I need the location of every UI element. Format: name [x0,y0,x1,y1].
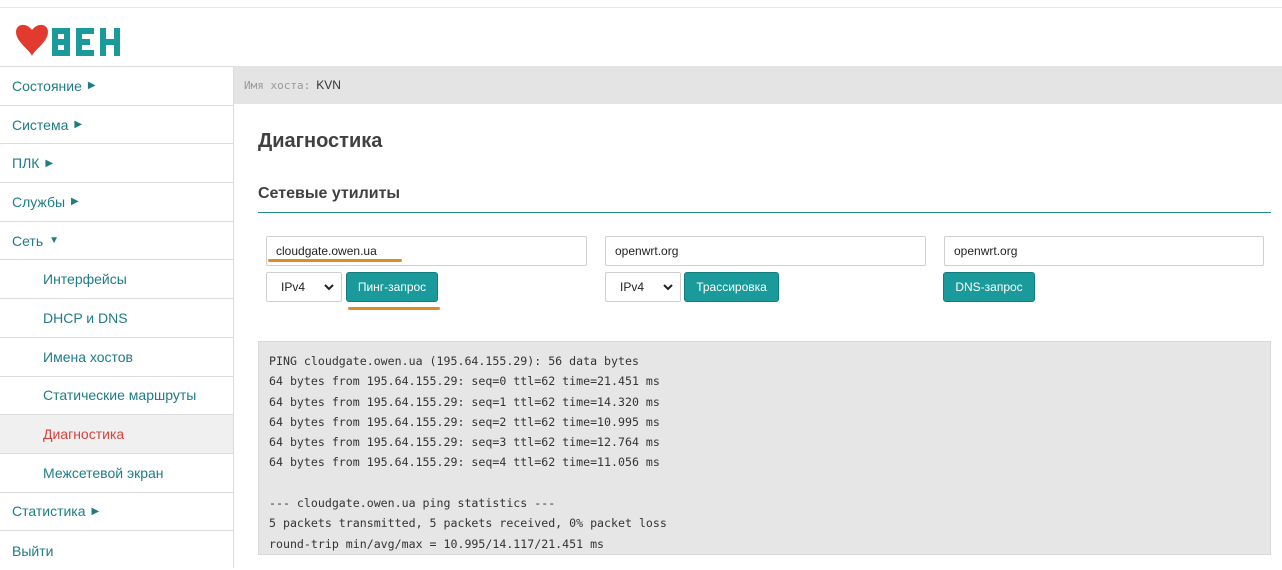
sidebar-item-label: Система [12,116,69,133]
sidebar-item-services[interactable]: Службы ▶ [0,183,233,222]
sidebar-item-network[interactable]: Сеть ▼ [0,222,233,261]
triangle-right-icon: ▶ [74,119,83,131]
sidebar-item-dhcp-dns[interactable]: DHCP и DNS [0,299,233,338]
sidebar-item-status[interactable]: Состояние ▶ [0,67,233,106]
sidebar: Состояние ▶ Система ▶ ПЛК ▶ Службы ▶ Сет… [0,66,234,568]
top-divider [0,0,1282,8]
sidebar-item-label: Службы [12,193,66,210]
sidebar-item-label: Выйти [12,542,54,559]
traceroute-protocol-select[interactable]: IPv4 [605,272,681,302]
ping-protocol-select[interactable]: IPv4 [266,272,342,302]
sidebar-item-plc[interactable]: ПЛК ▶ [0,144,233,184]
chevron-down-icon [663,284,673,291]
sidebar-item-statistics[interactable]: Статистика ▶ [0,493,233,532]
sidebar-item-label: Сеть [12,232,44,249]
sidebar-item-diagnostics[interactable]: Диагностика [0,415,233,454]
sidebar-item-label: Статистика [12,503,86,520]
sidebar-item-label: Состояние [12,77,82,94]
ping-protocol-value: IPv4 [281,280,306,294]
traceroute-button[interactable]: Трассировка [684,272,779,302]
highlight-underline [268,259,402,262]
section-divider [258,212,1271,213]
sidebar-item-label: Статические маршруты [43,387,197,404]
sidebar-item-label: Интерфейсы [43,271,127,288]
sidebar-item-static-routes[interactable]: Статические маршруты [0,377,233,416]
triangle-down-icon: ▼ [49,235,60,247]
owen-logo [14,20,154,60]
sidebar-item-system[interactable]: Система ▶ [0,106,233,145]
triangle-right-icon: ▶ [71,196,79,208]
triangle-right-icon: ▶ [45,157,54,169]
sidebar-item-label: DHCP и DNS [43,309,128,326]
sidebar-item-label: ПЛК [12,155,40,172]
sidebar-item-interfaces[interactable]: Интерфейсы [0,260,233,300]
sidebar-item-logout[interactable]: Выйти [0,531,233,570]
highlight-underline [348,307,440,310]
sidebar-item-firewall[interactable]: Межсетевой экран [0,454,233,493]
triangle-right-icon: ▶ [87,80,96,92]
hostname-value: KVN [316,78,341,92]
sidebar-item-label: Диагностика [43,426,125,443]
section-title: Сетевые утилиты [258,185,401,202]
sidebar-item-label: Имена хостов [43,348,133,365]
ping-button[interactable]: Пинг-запрос [346,272,438,302]
command-output: PING cloudgate.owen.ua (195.64.155.29): … [258,341,1271,555]
nslookup-host-input[interactable] [944,236,1264,266]
sidebar-item-label: Межсетевой экран [43,464,164,481]
chevron-down-icon [324,284,334,291]
traceroute-protocol-value: IPv4 [620,280,645,294]
hostname-bar: Имя хоста: KVN [234,66,1282,104]
hostname-label: Имя хоста: [244,78,311,92]
page-title: Диагностика [258,130,383,152]
sidebar-item-hostnames[interactable]: Имена хостов [0,338,233,377]
dns-lookup-button[interactable]: DNS-запрос [943,272,1035,302]
traceroute-host-input[interactable] [605,236,926,266]
triangle-right-icon: ▶ [91,505,100,517]
